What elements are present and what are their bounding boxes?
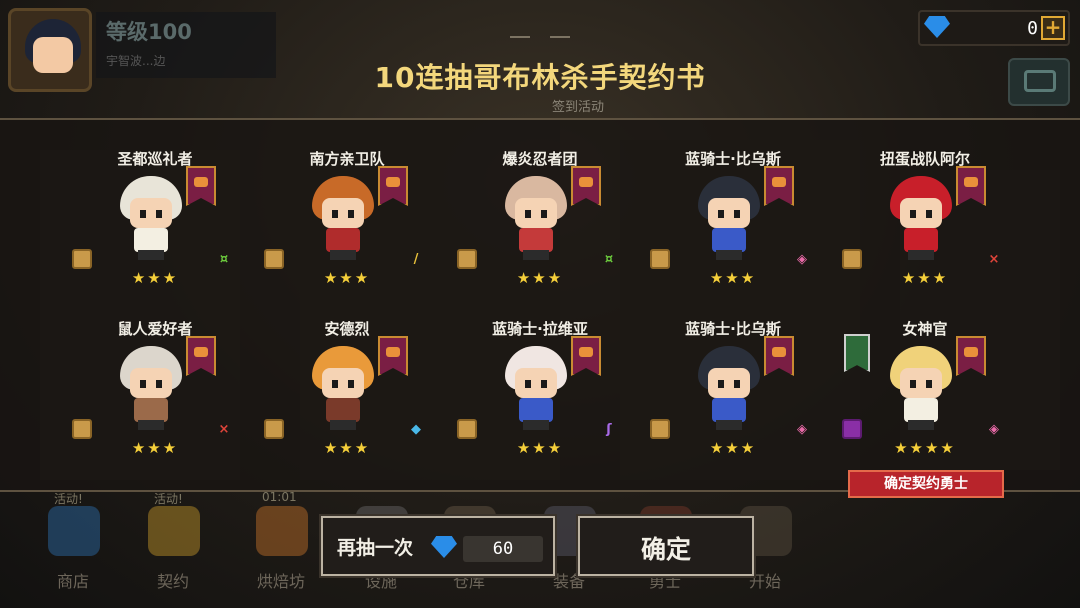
hero-card[interactable]: 蓝骑士·拉维亚 ʃ ★★★ — [455, 318, 625, 478]
confirm-button[interactable]: 确定 — [576, 514, 756, 578]
draw-results-panel: 圣都巡礼者 ¤ ★★★ 南方亲卫队 / ★★★ 爆炎忍者团 ¤ ★★★ 蓝骑士·比乌斯 ◈ ★★★ 扭蛋… — [0, 118, 1080, 492]
diamond-icon — [924, 16, 950, 38]
hero-card[interactable]: 扭蛋战队阿尔 × ★★★ — [840, 148, 1010, 308]
sword-icon: / — [413, 252, 419, 267]
hero-name: 南方亲卫队 — [309, 150, 385, 168]
nav-tag: 01:01 — [262, 490, 297, 504]
hero-card[interactable]: 安德烈 ◆ ★★★ — [262, 318, 432, 478]
hero-sprite — [886, 176, 956, 260]
whip-icon: ʃ — [606, 422, 612, 437]
gem-count: 0 — [1027, 18, 1038, 39]
title-ornament — [510, 32, 570, 42]
nav-item[interactable]: 01:01 烘焙坊 — [236, 490, 326, 600]
star-rating: ★★★ — [131, 439, 179, 457]
star-rating: ★★★ — [516, 439, 564, 457]
scroll-icon — [457, 419, 477, 439]
redraw-button[interactable]: 再抽一次 60 — [319, 514, 557, 578]
hero-sprite — [501, 346, 571, 430]
hero-sprite — [308, 346, 378, 430]
contract-banner-icon — [186, 336, 216, 376]
nav-label: 烘焙坊 — [256, 572, 305, 591]
claw-icon: × — [218, 422, 230, 437]
hero-name: 安德烈 — [324, 320, 370, 338]
star-rating: ★★★★ — [894, 439, 956, 457]
hero-card[interactable]: 女神官 ◈ ★★★★ — [840, 318, 1010, 478]
hero-sprite — [501, 176, 571, 260]
claw-icon: × — [988, 252, 1000, 267]
hero-card[interactable]: 南方亲卫队 / ★★★ — [262, 148, 432, 308]
scroll-icon — [264, 249, 284, 269]
nav-item[interactable]: 活动! 契约 — [128, 492, 218, 600]
nav-tag: 活动! — [154, 492, 183, 506]
nav-icon — [148, 506, 200, 556]
scroll-icon — [842, 249, 862, 269]
hero-sprite — [886, 346, 956, 430]
guild-flag-icon — [844, 334, 870, 372]
scroll-icon — [650, 419, 670, 439]
contract-banner-icon — [186, 166, 216, 206]
scroll-icon — [457, 249, 477, 269]
nav-item[interactable]: 活动! 商店 — [28, 492, 118, 600]
hero-card[interactable]: 鼠人爱好者 × ★★★ — [70, 318, 240, 478]
player-level: 等级100 — [106, 20, 192, 44]
scroll-icon — [264, 419, 284, 439]
star-rating: ★★★ — [901, 269, 949, 287]
contract-banner-icon — [571, 336, 601, 376]
scroll-icon — [650, 249, 670, 269]
activity-label: 签到活动 — [552, 100, 605, 115]
scroll-icon — [72, 249, 92, 269]
nav-icon — [256, 506, 308, 556]
hero-card[interactable]: 蓝骑士·比乌斯 ◈ ★★★ — [648, 148, 818, 308]
orb-icon: ◈ — [989, 422, 999, 437]
hero-sprite — [308, 176, 378, 260]
nav-label: 契约 — [156, 572, 189, 591]
contract-banner-icon — [956, 166, 986, 206]
contract-banner-icon — [571, 166, 601, 206]
diamond-icon — [431, 536, 457, 558]
scroll-icon — [842, 419, 862, 439]
hero-sprite — [116, 176, 186, 260]
hero-name: 鼠人爱好者 — [117, 320, 193, 338]
hero-sprite — [694, 346, 764, 430]
hero-sprite — [694, 176, 764, 260]
contract-banner-icon — [956, 336, 986, 376]
nav-icon — [48, 506, 100, 556]
staff-icon: ¤ — [604, 252, 614, 267]
hero-name: 圣都巡礼者 — [117, 150, 193, 168]
contract-banner-icon — [764, 166, 794, 206]
hero-card[interactable]: 圣都巡礼者 ¤ ★★★ — [70, 148, 240, 308]
hero-name: 蓝骑士·比乌斯 — [685, 320, 781, 338]
confirm-label: 确定 — [640, 535, 691, 564]
nav-label: 商店 — [56, 572, 89, 591]
star-rating: ★★★ — [323, 269, 371, 287]
staff-icon: ¤ — [219, 252, 229, 267]
gem-currency-panel: 0 + — [918, 10, 1070, 46]
hero-name: 扭蛋战队阿尔 — [879, 150, 970, 168]
star-rating: ★★★ — [131, 269, 179, 287]
hero-name: 爆炎忍者团 — [502, 150, 578, 168]
star-rating: ★★★ — [709, 269, 757, 287]
contract-banner-icon — [378, 166, 408, 206]
hero-card[interactable]: 爆炎忍者团 ¤ ★★★ — [455, 148, 625, 308]
redraw-label: 再抽一次 — [337, 537, 414, 559]
contract-banner-icon — [764, 336, 794, 376]
star-rating: ★★★ — [709, 439, 757, 457]
orb-icon: ◈ — [797, 252, 807, 267]
redraw-cost: 60 — [463, 536, 543, 562]
dialog-title: 10连抽哥布林杀手契约书 — [374, 61, 706, 94]
hero-name: 蓝骑士·比乌斯 — [685, 150, 781, 168]
confirm-contract-hero-tag: 确定契约勇士 — [848, 470, 1004, 498]
hero-sprite — [116, 346, 186, 430]
hero-card[interactable]: 蓝骑士·比乌斯 ◈ ★★★ — [648, 318, 818, 478]
hero-name: 蓝骑士·拉维亚 — [492, 320, 588, 338]
orb-icon: ◈ — [797, 422, 807, 437]
nav-tag: 活动! — [54, 492, 83, 506]
add-gems-button[interactable]: + — [1041, 16, 1065, 40]
star-rating: ★★★ — [516, 269, 564, 287]
scroll-icon — [72, 419, 92, 439]
star-rating: ★★★ — [323, 439, 371, 457]
axe-icon: ◆ — [411, 422, 421, 437]
contract-banner-icon — [378, 336, 408, 376]
